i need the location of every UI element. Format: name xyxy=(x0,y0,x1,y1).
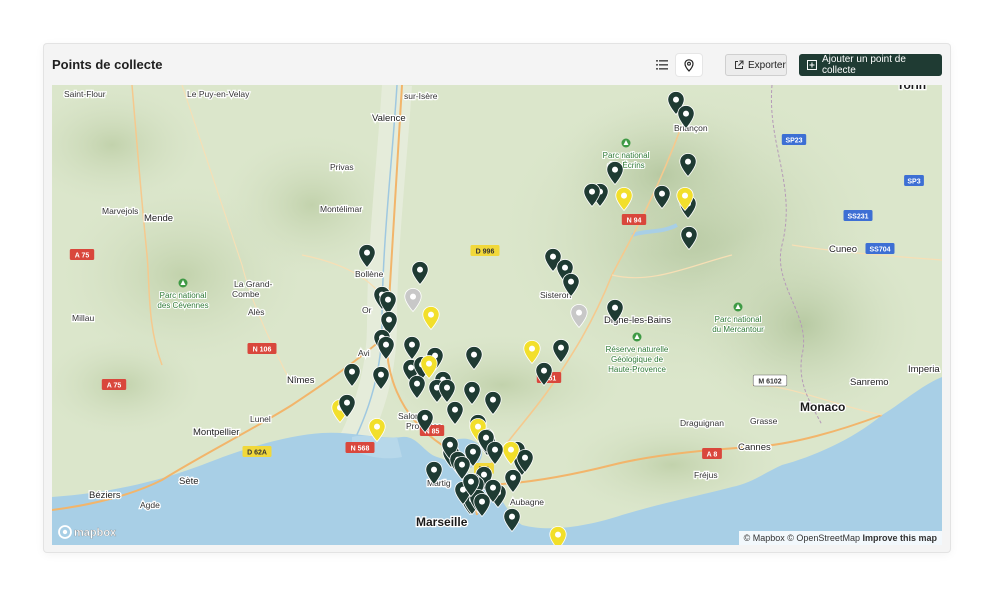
park-tree-icon xyxy=(621,138,631,148)
road-shield: N 94 xyxy=(621,214,647,225)
attribution-mapbox[interactable]: © Mapbox xyxy=(744,533,785,543)
park-name-line: Parc national xyxy=(715,315,762,324)
place-label: sur-Isère xyxy=(404,91,438,101)
road-shield: D 996 xyxy=(470,245,500,256)
place-label: Millau xyxy=(72,313,94,323)
place-label: Alès xyxy=(248,307,265,317)
road-shield: D 62A xyxy=(242,446,272,457)
road-shield: SP3 xyxy=(904,175,924,186)
place-label: Cannes xyxy=(738,442,771,453)
page-title: Points de collecte xyxy=(52,57,163,72)
place-label: Béziers xyxy=(89,490,121,501)
place-label: Saint-Flour xyxy=(64,89,106,99)
road-shield: N 568 xyxy=(345,442,375,453)
map-attribution: © Mapbox © OpenStreetMap Improve this ma… xyxy=(738,531,942,545)
place-label: Agde xyxy=(140,500,160,510)
list-view-button[interactable] xyxy=(649,54,675,76)
place-label: Montpellier xyxy=(193,427,239,438)
place-label: Briançon xyxy=(674,123,708,133)
place-label: Torin xyxy=(897,85,926,92)
park-tree-icon xyxy=(733,302,743,312)
add-collection-point-button[interactable]: Ajouter un point de collecte xyxy=(799,54,942,76)
park-tree-icon xyxy=(178,278,188,288)
svg-text:M 6102: M 6102 xyxy=(758,379,781,386)
road-shield: A 75 xyxy=(101,379,127,390)
place-label: Grasse xyxy=(750,416,778,426)
collection-point-marker[interactable] xyxy=(549,526,567,546)
place-label: Bollène xyxy=(355,269,384,279)
place-label: Sanremo xyxy=(850,377,889,388)
place-label: Combe xyxy=(232,289,260,299)
svg-text:SS704: SS704 xyxy=(869,247,890,254)
place-label: Fréjus xyxy=(694,470,718,480)
export-label: Exporter xyxy=(748,59,786,71)
road-shield: SP23 xyxy=(781,134,807,145)
external-link-icon xyxy=(735,60,744,69)
svg-text:D 62A: D 62A xyxy=(247,450,267,457)
svg-text:N 94: N 94 xyxy=(627,218,642,225)
place-label: Avi xyxy=(358,348,370,358)
svg-text:SS231: SS231 xyxy=(847,214,868,221)
place-label: Monaco xyxy=(800,400,845,414)
road-shield: A 8 xyxy=(702,448,722,459)
attribution-osm[interactable]: © OpenStreetMap xyxy=(787,533,860,543)
svg-text:D 996: D 996 xyxy=(476,249,495,256)
place-label: Mende xyxy=(144,213,173,224)
place-label: Draguignan xyxy=(680,418,724,428)
place-label: Valence xyxy=(372,113,406,124)
park-name-line: des Cévennes xyxy=(157,301,208,310)
improve-map-link[interactable]: Improve this map xyxy=(862,533,937,543)
place-label: Sète xyxy=(179,476,199,487)
road-shield: M 6102 xyxy=(752,374,788,387)
place-label: Marvejols xyxy=(102,206,138,216)
place-label: Or xyxy=(362,305,372,315)
place-label: Lunel xyxy=(250,414,271,424)
place-label: Marseille xyxy=(416,515,468,529)
park-tree-icon xyxy=(632,332,642,342)
place-label: Nîmes xyxy=(287,375,315,386)
place-label: La Grand- xyxy=(234,279,272,289)
place-label: Imperia xyxy=(908,364,940,375)
map[interactable]: Saint-Flour Le Puy-en-Velay sur-Isère Valen… xyxy=(52,85,942,545)
svg-text:SP3: SP3 xyxy=(907,179,920,186)
place-label: Montélimar xyxy=(320,204,362,214)
park-name-line: Géologique de xyxy=(611,355,664,364)
place-label: Cuneo xyxy=(829,244,857,255)
svg-text:A 75: A 75 xyxy=(107,383,122,390)
place-label: Privas xyxy=(330,162,354,172)
svg-text:mapbox: mapbox xyxy=(74,527,117,539)
svg-text:A 8: A 8 xyxy=(707,452,718,459)
svg-text:N 568: N 568 xyxy=(351,446,370,453)
park-name-line: Réserve naturelle xyxy=(606,345,669,354)
svg-text:N 106: N 106 xyxy=(253,347,272,354)
road-shield: SS231 xyxy=(843,210,873,221)
place-label: Aubagne xyxy=(510,497,544,507)
map-pin-icon xyxy=(684,58,694,72)
svg-text:SP23: SP23 xyxy=(785,138,802,145)
road-shield: N 106 xyxy=(247,343,277,354)
map-view-button[interactable] xyxy=(676,54,702,76)
map-canvas[interactable]: Saint-Flour Le Puy-en-Velay sur-Isère Valen… xyxy=(52,85,942,545)
park-name-line: Parc national xyxy=(603,151,650,160)
list-icon xyxy=(656,60,668,70)
park-name-line: Haute-Provence xyxy=(608,365,666,374)
place-label: Le Puy-en-Velay xyxy=(187,89,250,99)
park-name-line: Parc national xyxy=(160,291,207,300)
park-name-line: du Mercantour xyxy=(712,325,764,334)
export-button[interactable]: Exporter xyxy=(725,54,787,76)
road-shield: SS704 xyxy=(865,243,895,254)
add-label: Ajouter un point de collecte xyxy=(821,54,906,76)
road-shield: A 75 xyxy=(69,249,95,260)
svg-text:A 75: A 75 xyxy=(75,253,90,260)
plus-square-icon xyxy=(807,60,817,70)
collection-points-card: Points de collecte Exporter Ajouter un p… xyxy=(44,44,950,552)
